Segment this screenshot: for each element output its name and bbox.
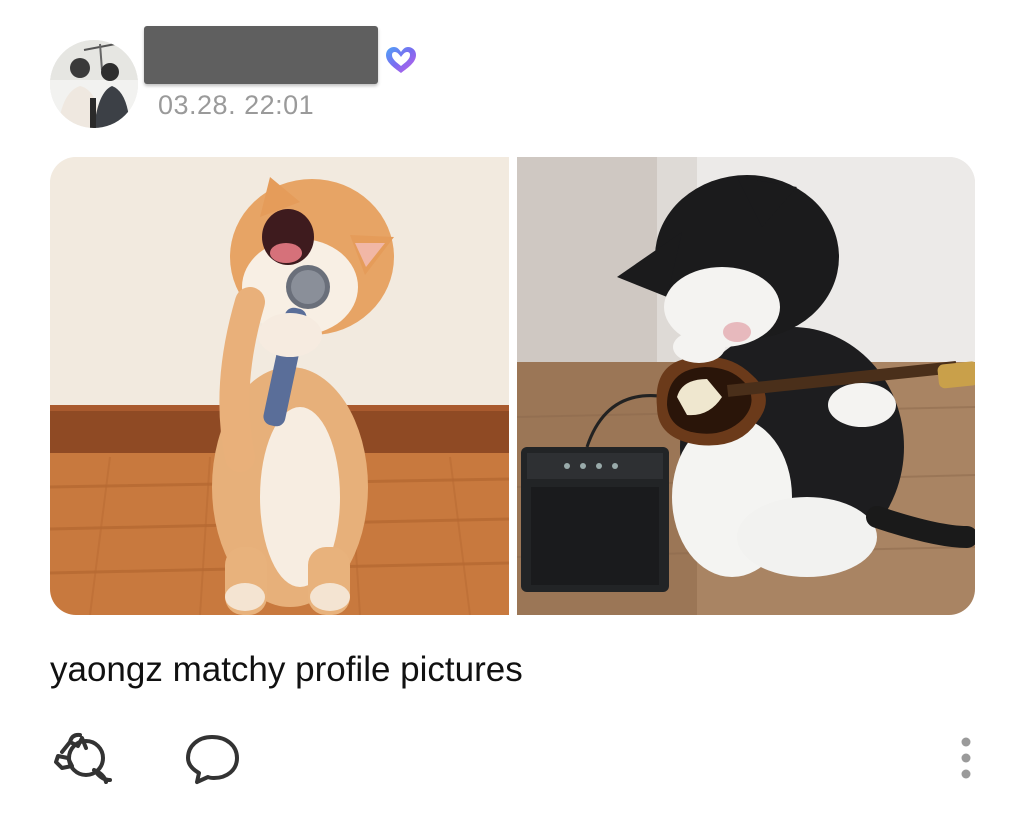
post-caption: yaongz matchy profile pictures [50,650,523,689]
post-timestamp: 03.28. 22:01 [158,90,315,120]
photo-singing-cat[interactable] [50,157,509,615]
photo-guitar-cat[interactable] [517,157,975,615]
photo-grid [50,157,975,615]
heart-badge-icon [383,45,419,77]
more-vertical-icon [961,737,971,779]
comment-icon [186,735,239,784]
author-avatar[interactable] [50,40,138,128]
add-reaction-icon [54,732,112,784]
more-options-button[interactable] [952,734,980,782]
add-reaction-button[interactable] [50,732,116,786]
author-name[interactable] [144,26,378,84]
avatar-photo [50,40,138,128]
comment-button[interactable] [183,732,241,786]
